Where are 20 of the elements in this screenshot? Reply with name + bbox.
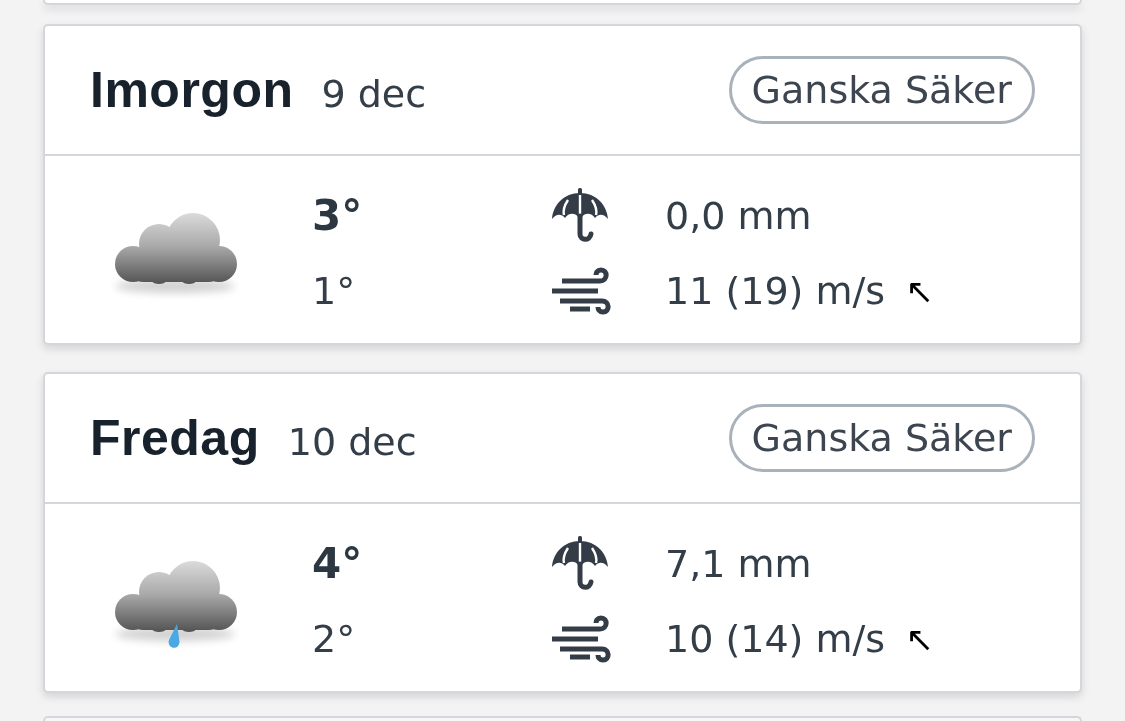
precipitation-value: 0,0 mm	[665, 196, 812, 235]
wind-icon	[552, 266, 611, 315]
confidence-tag: Ganska Säker	[728, 404, 1035, 472]
day-date: 10 dec	[287, 423, 417, 461]
wind-direction-icon: ↖	[905, 273, 934, 308]
high-temperature: 3°	[312, 194, 363, 237]
high-temperature: 4°	[312, 542, 363, 585]
precipitation-value: 7,1 mm	[665, 544, 812, 583]
confidence-tag: Ganska Säker	[728, 56, 1035, 124]
umbrella-icon	[552, 188, 608, 243]
wind-speed-value: 10 (14) m/s	[665, 619, 886, 658]
wind-icon	[552, 614, 611, 663]
umbrella-icon	[552, 536, 608, 591]
low-temperature: 2°	[312, 619, 356, 658]
low-temperature: 1°	[312, 271, 356, 310]
day-title: Fredag	[90, 413, 260, 463]
day-title: Imorgon	[90, 65, 294, 115]
day-date: 9 dec	[321, 75, 427, 113]
wind-direction-icon: ↖	[905, 621, 934, 656]
wind-speed-value: 11 (19) m/s	[665, 271, 886, 310]
